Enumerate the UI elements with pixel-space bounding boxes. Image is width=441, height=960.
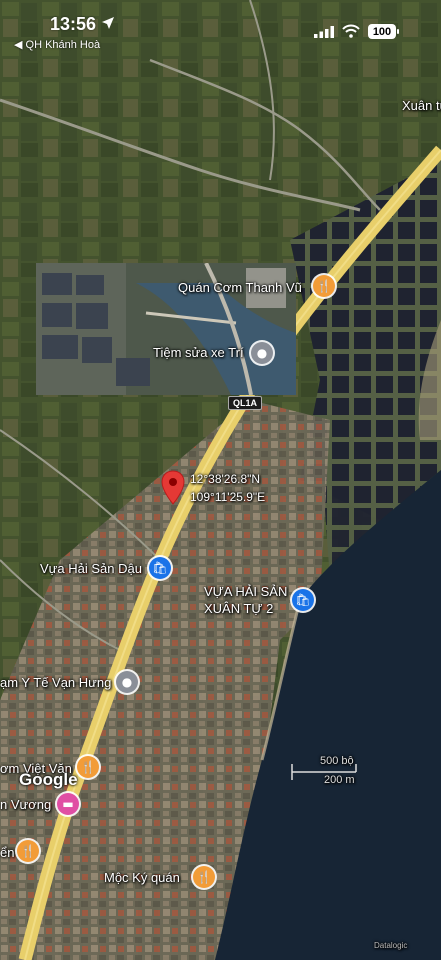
place-label-vua-hai-san-1[interactable]: VỰA HẢI SẢN [204, 584, 287, 599]
ql1a-road-shield: QL1A [228, 396, 263, 410]
imagery-credit: Datalogic [374, 941, 408, 950]
hotel-bed-icon[interactable]: ▬ [57, 793, 79, 815]
back-to-app-link[interactable]: ◀ QH Khánh Hoà [14, 38, 100, 51]
place-label-vua-hai-san-2[interactable]: XUÂN TỰ 2 [204, 601, 273, 616]
service-icon[interactable]: ● [116, 671, 138, 693]
location-arrow-icon [102, 17, 114, 29]
area-label-xuan-tu[interactable]: Xuân tự [402, 98, 441, 113]
place-label-moc-ky-quan[interactable]: Mộc Ký quán [104, 870, 180, 885]
dropped-pin-icon[interactable] [161, 470, 185, 506]
restaurant-icon[interactable]: 🍴 [313, 275, 335, 297]
place-label-quan-com-thanh-vu[interactable]: Quán Cơm Thanh Vũ [178, 280, 302, 295]
place-label-vua-hai-san-dau[interactable]: Vựa Hải Sản Dậu [40, 561, 142, 576]
cellular-signal-icon [314, 26, 334, 38]
scale-meters: 200 m [324, 774, 355, 786]
place-label-tram-y-te[interactable]: ạm Y Tế Vạn Hưng [0, 675, 111, 690]
place-label-tiem-sua-xe-tri[interactable]: Tiệm sửa xe Trí [153, 345, 244, 360]
pin-longitude: 109°11'25.9"E [190, 490, 266, 504]
shopping-bag-icon[interactable]: 🛍 [149, 557, 171, 579]
place-label-vuong[interactable]: n Vương [0, 797, 51, 812]
restaurant-icon[interactable]: 🍴 [17, 840, 39, 862]
battery-indicator: 100 [368, 24, 399, 39]
wifi-icon [342, 24, 360, 38]
restaurant-icon[interactable]: 🍴 [193, 866, 215, 888]
service-icon[interactable]: ● [251, 342, 273, 364]
map-scale-bar: 500 bộ 200 m [284, 752, 364, 792]
google-attribution: Google [19, 770, 78, 789]
pin-latitude: 12°38'26.8"N [190, 472, 261, 486]
place-label-en[interactable]: ển [0, 845, 14, 860]
restaurant-icon[interactable]: 🍴 [77, 756, 99, 778]
shopping-bag-icon[interactable]: 🛍 [292, 589, 314, 611]
status-time: 13:56 [50, 14, 97, 34]
status-bar: 13:56 ◀ QH Khánh Hoà 100 [0, 0, 441, 51]
